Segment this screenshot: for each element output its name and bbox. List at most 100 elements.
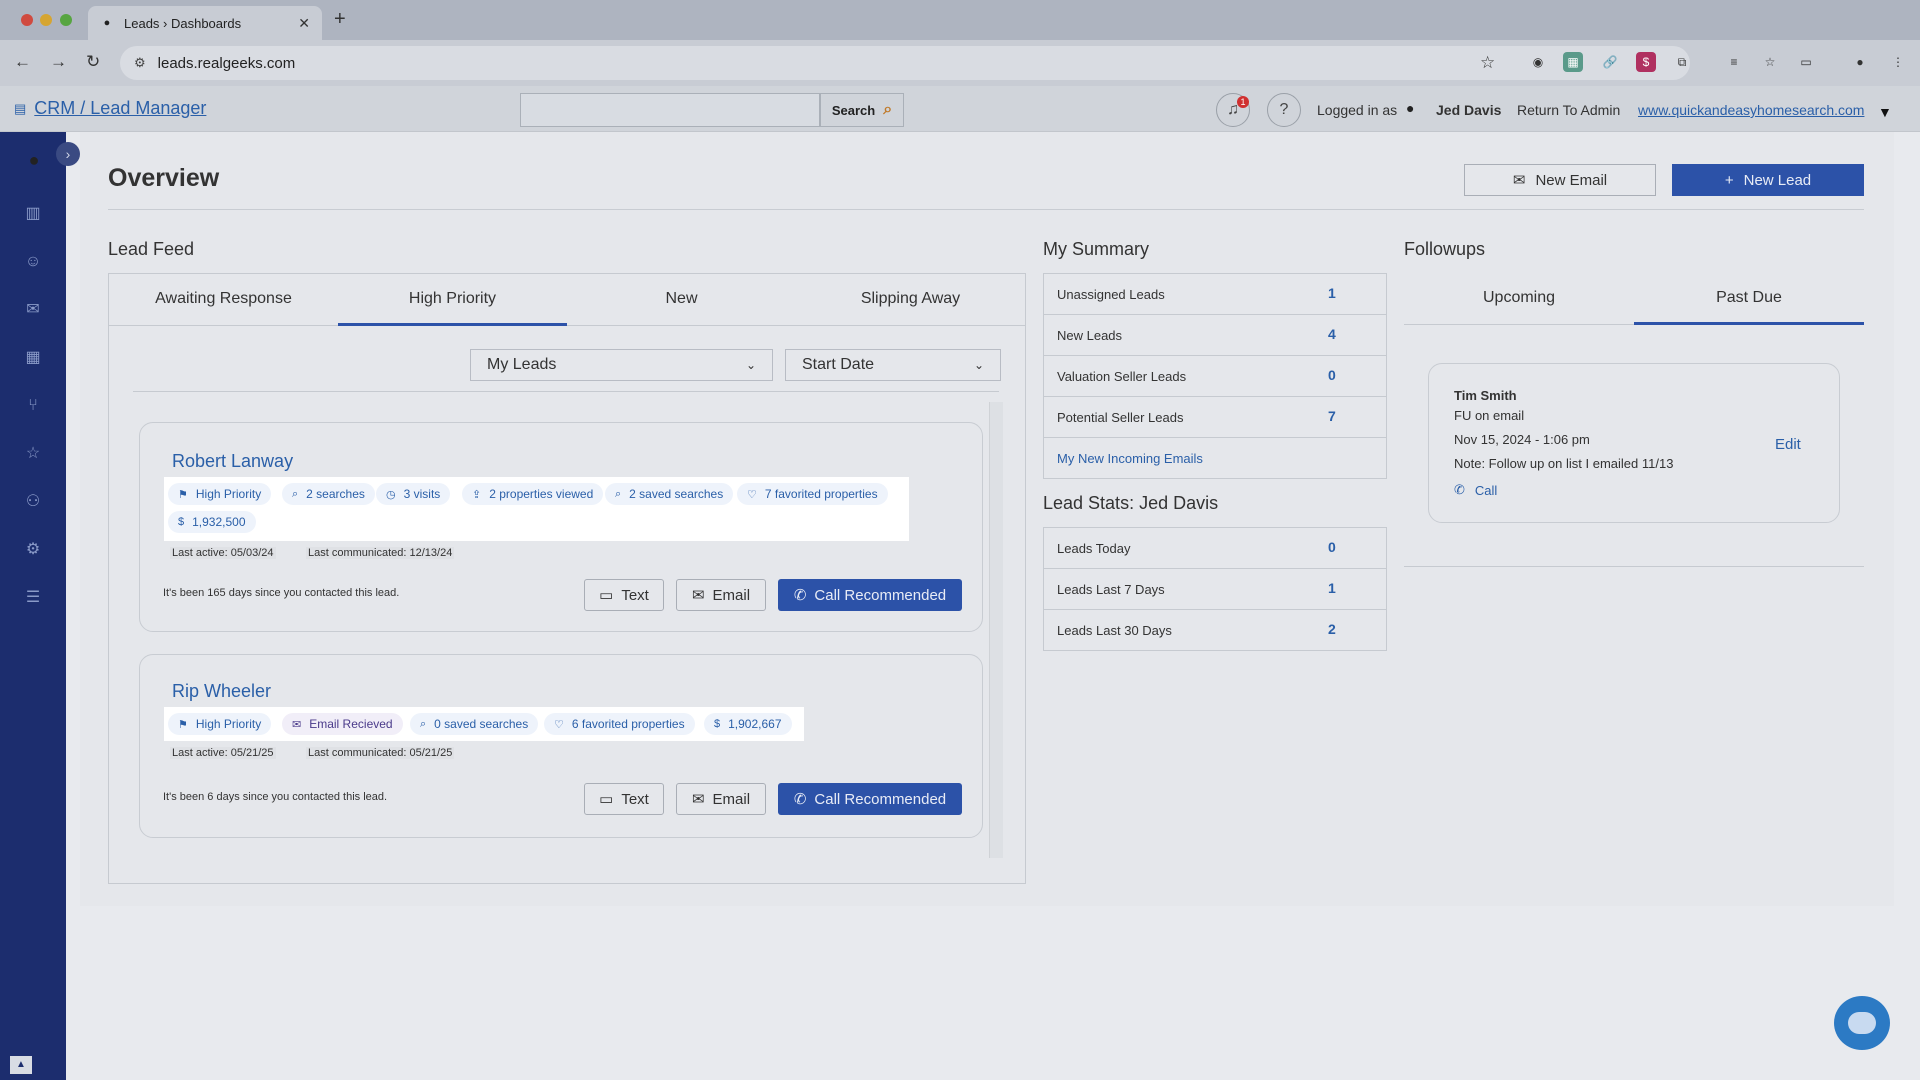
chip-label: 1,902,667 <box>728 717 782 731</box>
envelope-icon: ✉ <box>1512 172 1526 189</box>
favorites-icon[interactable]: ☆ <box>1760 52 1780 72</box>
summary-row[interactable]: New Leads 4 <box>1044 315 1386 356</box>
incoming-emails-link[interactable]: My New Incoming Emails <box>1057 451 1203 466</box>
heart-icon: ♡ <box>554 718 564 731</box>
email-button-label: Email <box>712 586 751 604</box>
crm-home-link[interactable]: ▤ CRM / Lead Manager <box>14 98 206 119</box>
summary-value[interactable]: 4 <box>1328 326 1336 342</box>
new-email-button[interactable]: ✉ New Email <box>1464 164 1656 196</box>
user-settings-icon[interactable]: ⚇ <box>23 492 43 512</box>
sidebar-avatar[interactable]: ● <box>22 150 46 174</box>
call-recommended-button[interactable]: ✆ Call Recommended <box>778 783 962 815</box>
chat-widget-button[interactable] <box>1834 996 1890 1050</box>
reload-icon[interactable]: ↻ <box>86 52 100 72</box>
tab-past-due[interactable]: Past Due <box>1634 273 1864 325</box>
tab-close-icon[interactable]: ✕ <box>298 15 310 32</box>
mail-icon[interactable]: ✉ <box>23 300 43 320</box>
dollar-icon: $ <box>714 718 721 730</box>
site-dropdown-icon[interactable]: ▼ <box>1878 104 1892 120</box>
notification-badge: 1 <box>1237 96 1249 108</box>
summary-row[interactable]: Unassigned Leads 1 <box>1044 274 1386 315</box>
followup-call-link[interactable]: ✆ Call <box>1454 482 1497 498</box>
bookmark-star-icon[interactable]: ☆ <box>1480 53 1495 73</box>
browser-toolbar: ← → ↻ ⚙ leads.realgeeks.com ☆ ◉ ▦ 🔗 $ ⧉ … <box>0 40 1920 86</box>
window-minimize-button[interactable] <box>40 14 52 26</box>
followup-edit-link[interactable]: Edit <box>1775 436 1801 453</box>
gear-icon[interactable]: ⚙ <box>23 540 43 560</box>
stats-row[interactable]: Leads Today 0 <box>1044 528 1386 569</box>
funnel-icon[interactable]: ⑂ <box>23 396 43 416</box>
stats-row[interactable]: Leads Last 30 Days 2 <box>1044 610 1386 651</box>
call-recommended-button[interactable]: ✆ Call Recommended <box>778 579 962 611</box>
summary-row[interactable]: Potential Seller Leads 7 <box>1044 397 1386 438</box>
url-text: leads.realgeeks.com <box>157 54 296 72</box>
stats-value[interactable]: 1 <box>1328 580 1336 596</box>
followup-date: Nov 15, 2024 - 1:06 pm <box>1454 432 1590 447</box>
notifications-button[interactable]: ♫ 1 <box>1216 93 1250 127</box>
lead-stats-title: Lead Stats: Jed Davis <box>1043 493 1219 513</box>
followup-note: Note: Follow up on list I emailed 11/13 <box>1454 456 1674 471</box>
browser-tab[interactable]: ● Leads › Dashboards ✕ <box>88 6 322 40</box>
tab-awaiting-response[interactable]: Awaiting Response <box>109 274 338 326</box>
return-to-admin-link[interactable]: Return To Admin <box>1517 102 1620 118</box>
stats-value[interactable]: 0 <box>1328 539 1336 555</box>
money-ext-icon[interactable]: $ <box>1636 52 1656 72</box>
browser-menu-icon[interactable]: ⋮ <box>1888 52 1908 72</box>
password-ext-icon[interactable]: ◉ <box>1528 52 1548 72</box>
text-button[interactable]: ▭ Text <box>584 579 664 611</box>
extensions-icon[interactable]: ⧉ <box>1672 52 1692 72</box>
email-button[interactable]: ✉ Email <box>676 783 766 815</box>
window-close-button[interactable] <box>21 14 33 26</box>
search-button[interactable]: Search ⌕ <box>820 93 904 127</box>
chart-icon[interactable]: ▥ <box>23 204 43 224</box>
tab-high-priority[interactable]: High Priority <box>338 274 567 326</box>
phone-icon: ✆ <box>1454 482 1465 497</box>
tab-new[interactable]: New <box>567 274 796 326</box>
new-tab-button[interactable]: + <box>334 8 346 31</box>
summary-row[interactable]: Valuation Seller Leads 0 <box>1044 356 1386 397</box>
window-zoom-button[interactable] <box>60 14 72 26</box>
lead-name-link[interactable]: Rip Wheeler <box>172 681 271 702</box>
tab-slipping-away[interactable]: Slipping Away <box>796 274 1025 326</box>
calendar-icon[interactable]: ▦ <box>23 348 43 368</box>
owner-filter-select[interactable]: My Leads ⌄ <box>470 349 773 381</box>
address-bar[interactable]: ⚙ leads.realgeeks.com <box>120 46 1690 80</box>
feed-scrollbar[interactable] <box>989 402 1003 858</box>
tab-upcoming[interactable]: Upcoming <box>1404 273 1634 325</box>
reading-list-icon[interactable]: ▭ <box>1796 52 1816 72</box>
sidebar-expand-icon[interactable]: › <box>56 142 80 166</box>
strikethrough-ext-icon[interactable]: ≡ <box>1724 52 1744 72</box>
users-icon[interactable]: ☺ <box>23 252 43 272</box>
back-icon[interactable]: ← <box>14 52 31 72</box>
sort-filter-select[interactable]: Start Date ⌄ <box>785 349 1001 381</box>
summary-row[interactable]: My New Incoming Emails <box>1044 438 1386 479</box>
forward-icon[interactable]: → <box>50 52 67 72</box>
calendar-ext-icon[interactable]: ▦ <box>1563 52 1583 72</box>
summary-value[interactable]: 0 <box>1328 367 1336 383</box>
lead-name-link[interactable]: Robert Lanway <box>172 451 293 472</box>
summary-value[interactable]: 1 <box>1328 285 1336 301</box>
site-info-icon[interactable]: ⚙ <box>134 55 146 71</box>
chip-label: High Priority <box>195 487 262 501</box>
search-input[interactable] <box>520 93 820 127</box>
text-button[interactable]: ▭ Text <box>584 783 664 815</box>
link-ext-icon[interactable]: 🔗 <box>1600 52 1620 72</box>
new-lead-button[interactable]: + New Lead <box>1672 164 1864 196</box>
help-button[interactable]: ? <box>1267 93 1301 127</box>
days-since-contact: It's been 165 days since you contacted t… <box>163 587 400 599</box>
followup-name: Tim Smith <box>1454 388 1517 403</box>
checklist-icon[interactable]: ☰ <box>23 588 43 608</box>
stats-row[interactable]: Leads Last 7 Days 1 <box>1044 569 1386 610</box>
scroll-up-icon[interactable]: ▲ <box>10 1056 32 1074</box>
site-link[interactable]: www.quickandeasyhomesearch.com <box>1638 102 1864 118</box>
clock-icon: ◷ <box>386 488 396 501</box>
chat-icon: ▭ <box>599 791 614 808</box>
star-icon[interactable]: ☆ <box>23 444 43 464</box>
profile-avatar-icon[interactable]: ● <box>1850 52 1870 72</box>
email-button[interactable]: ✉ Email <box>676 579 766 611</box>
followups-title: Followups <box>1404 239 1486 259</box>
last-active: Last active: 05/21/25 <box>170 747 276 759</box>
lead-chips: ⚑ High Priority ⌕ 2 searches ◷ 3 visits ⇪ 2 … <box>164 477 909 541</box>
summary-value[interactable]: 7 <box>1328 408 1336 424</box>
stats-value[interactable]: 2 <box>1328 621 1336 637</box>
